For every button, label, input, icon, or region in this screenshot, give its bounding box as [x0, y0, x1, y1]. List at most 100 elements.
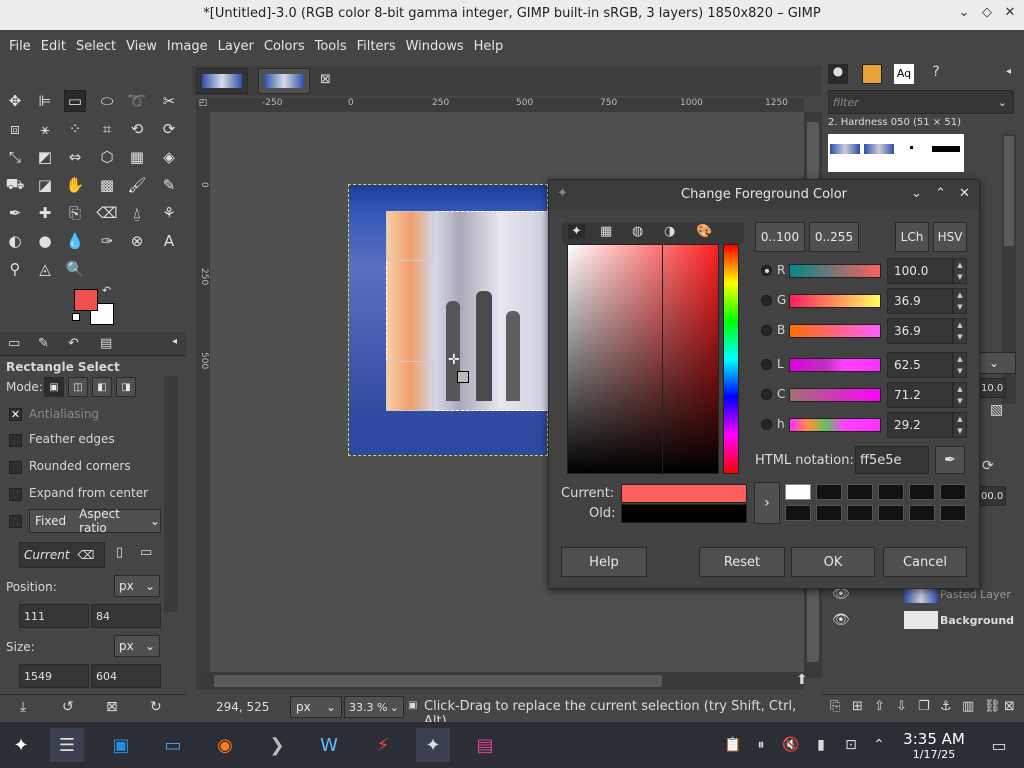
antialiasing-checkbox[interactable]: ✕ [9, 408, 22, 421]
menu-tools[interactable]: Tools [310, 39, 352, 54]
range-0-255-button[interactable]: 0..255 [809, 222, 859, 252]
close-tab-icon[interactable]: ⊠ [320, 72, 331, 87]
chevron-down-icon[interactable]: ⌄ [954, 5, 974, 25]
text-tool-icon-a[interactable]: A [158, 230, 180, 252]
ellipse-select-tool-icon[interactable]: ⬭ [96, 90, 118, 112]
anchor-icon[interactable]: ⚓ [940, 699, 952, 714]
horizontal-scrollbar[interactable] [196, 672, 804, 690]
size-h-field[interactable]: 604 [91, 664, 161, 688]
layer-name[interactable]: Background [940, 614, 1014, 627]
swap-colors-icon[interactable]: ↶ [102, 284, 111, 297]
color-saturation-value-square[interactable] [567, 244, 719, 475]
move-tool-icon[interactable]: ✥ [4, 90, 26, 112]
foreground-color-swatch[interactable] [74, 289, 98, 311]
reset-options-icon[interactable]: ↻ [150, 699, 162, 715]
heal-tool-icon[interactable]: ✚ [34, 202, 56, 224]
brush-thumb[interactable] [830, 144, 860, 154]
ink-tool-icon[interactable]: ⚘ [158, 202, 180, 224]
file-manager-icon[interactable]: ▭ [156, 728, 190, 762]
delete-options-icon[interactable]: ⊠ [106, 699, 118, 715]
history-swatch[interactable] [909, 484, 935, 500]
refresh-icon[interactable]: ⟳ [982, 458, 994, 474]
restore-options-icon[interactable]: ↺ [62, 699, 74, 715]
ok-button[interactable]: OK [791, 547, 875, 577]
mode-replace-button[interactable]: ▣ [44, 377, 64, 397]
store-icon[interactable]: ▣ [104, 728, 138, 762]
triangle-selector-icon[interactable]: ◍ [632, 224, 643, 239]
new-layer-icon[interactable]: ⎘ [830, 699, 840, 714]
brush-preview-grid[interactable] [828, 134, 964, 172]
maximize-icon[interactable]: ◇ [977, 5, 997, 25]
smudge-tool-icon[interactable]: ✋ [64, 174, 86, 196]
channel-b-slider[interactable] [789, 324, 881, 338]
chevron-down-icon[interactable]: ⌄ [911, 186, 922, 201]
chevron-up-icon[interactable]: ⌃ [935, 186, 946, 201]
add-to-history-button[interactable]: › [754, 482, 780, 524]
measure-tool-icon[interactable]: ◬ [34, 258, 56, 280]
channel-r-slider[interactable] [789, 264, 881, 278]
rotate-tool-icon[interactable]: ⟳ [158, 118, 180, 140]
selection-handle[interactable] [386, 211, 434, 261]
save-options-icon[interactable]: ⤓ [20, 699, 26, 715]
image-tab-1[interactable] [196, 68, 248, 94]
fuzzy-select-icon[interactable]: ⚹ [34, 118, 56, 140]
history-swatch[interactable] [847, 505, 873, 521]
palette-selector-icon[interactable]: 🎨 [696, 224, 712, 239]
channel-l-slider[interactable] [789, 358, 881, 372]
channel-c-radio[interactable] [761, 389, 772, 400]
quick-mask-corner-icon[interactable]: ◰ [196, 98, 210, 112]
show-desktop-icon[interactable]: ▭ [982, 728, 1016, 762]
menu-image[interactable]: Image [162, 39, 213, 54]
clone-tool-icon[interactable]: ⎘ [64, 202, 86, 224]
media-icon[interactable]: ⚡ [366, 728, 400, 762]
channel-h-spinner[interactable]: ▲ ▼ [953, 412, 967, 438]
options-scrollbar[interactable] [164, 376, 178, 612]
unit-dropdown[interactable]: px ⌄ [290, 696, 342, 718]
history-swatch[interactable] [816, 484, 842, 500]
new-group-icon[interactable]: ⊞ [852, 699, 863, 714]
navigate-icon[interactable]: ⬆ [796, 672, 808, 688]
fixed-checkbox[interactable] [9, 515, 22, 528]
channel-g-spinner[interactable]: ▲ ▼ [953, 288, 967, 314]
layer-name[interactable]: Pasted Layer [940, 588, 1011, 601]
app-launcher-icon[interactable]: ✦ [4, 728, 38, 762]
rect-select-tool-icon[interactable]: ▭ [64, 90, 86, 112]
color-picker-icon[interactable]: ⚲ [4, 258, 26, 280]
size-unit-dropdown[interactable]: px ⌄ [114, 635, 160, 657]
history-swatch[interactable] [785, 484, 811, 500]
firefox-icon[interactable]: ◉ [208, 728, 242, 762]
brush-editor-icon[interactable]: ▧ [990, 402, 1003, 418]
chevron-down-icon[interactable]: ⌄ [998, 96, 1007, 109]
raise-layer-icon[interactable]: ⇧ [874, 699, 885, 714]
channel-r-field[interactable]: 100.0 [887, 258, 953, 284]
paintbrush-icon[interactable]: 🖌 [126, 174, 148, 196]
history-swatch[interactable] [878, 505, 904, 521]
menu-filters[interactable]: Filters [352, 39, 401, 54]
configure-tab-icon[interactable]: ◂ [172, 336, 177, 347]
color-select-icon[interactable]: ⁘ [64, 118, 86, 140]
reset-button[interactable]: Reset [699, 547, 785, 577]
history-swatch[interactable] [909, 505, 935, 521]
channel-g-slider[interactable] [789, 294, 881, 308]
color-picker-icon[interactable]: ✒ [935, 446, 965, 474]
brushes-tab-icon[interactable]: ● [828, 64, 848, 84]
cmyk-selector-icon[interactable]: ▦ [600, 224, 612, 239]
html-notation-field[interactable]: ff5e5e [855, 446, 929, 474]
drop-icon[interactable]: 💧 [64, 230, 86, 252]
channel-l-spinner[interactable]: ▲ ▼ [953, 352, 967, 378]
current-ratio-field[interactable]: Current ⌫ [19, 542, 105, 568]
delete-layer-icon[interactable]: ⊠ [1004, 699, 1015, 714]
channel-c-slider[interactable] [789, 388, 881, 402]
settings-icon[interactable]: ☰ [50, 728, 84, 762]
channel-b-spinner[interactable]: ▲ ▼ [953, 318, 967, 344]
handle-transform-icon[interactable]: ◈ [158, 146, 180, 168]
path-tool-icon[interactable]: ✑ [96, 230, 118, 252]
zoom-dropdown[interactable]: 33.3 % ⌄ [344, 696, 404, 718]
cage-tool-icon[interactable]: ⬡ [96, 146, 118, 168]
bucket-fill-icon[interactable]: ⛟ [4, 174, 26, 196]
channel-c-spinner[interactable]: ▲ ▼ [953, 382, 967, 408]
clock[interactable]: 3:35 AM 1/17/25 [900, 730, 968, 761]
zoom-tool-icon[interactable]: 🔍 [64, 258, 86, 280]
menu-windows[interactable]: Windows [401, 39, 469, 54]
gimp-task-icon[interactable]: ✦ [416, 728, 450, 762]
